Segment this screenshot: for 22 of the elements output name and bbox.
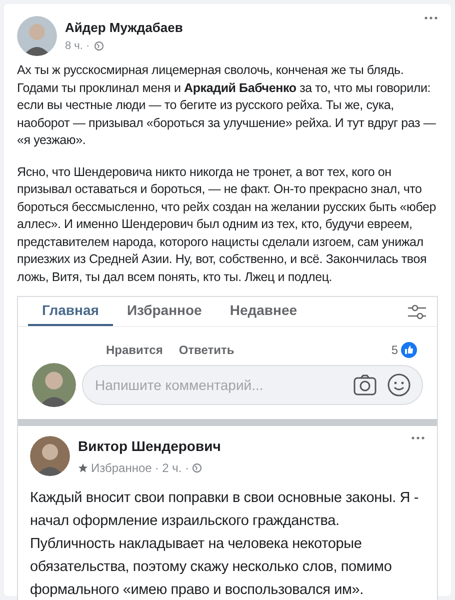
comment-action-link[interactable]: Нравится [106,341,163,359]
audience-label: Избранное [91,460,152,477]
feed-tab[interactable]: Недавнее [216,297,312,326]
feed-tab[interactable]: Избранное [112,297,216,326]
thumbs-up-icon [401,342,417,358]
more-icon[interactable] [411,436,425,440]
post-time: · 2 ч. · [154,460,190,477]
post-text: Каждый вносит свои поправки в свои основные законы. Я - начал оформление израильского гражданства. Публичность накладывает на человека некоторые обязательства, поэтому скажу несколько слов, помимо формального «имею право и воспользовался им». [30,489,420,600]
comment-action-link[interactable]: Ответить [178,341,234,359]
like-count: 5 [391,342,398,359]
post-time: 8 ч. · [65,38,90,54]
feed-tab[interactable]: Главная [28,297,113,326]
emoji-icon[interactable] [387,373,411,397]
more-icon[interactable] [424,16,438,20]
author-name[interactable]: Айдер Муждабаев [65,18,416,38]
author-name[interactable]: Виктор Шендерович [78,436,403,457]
camera-icon[interactable] [353,374,377,396]
star-icon [78,463,88,473]
filter-icon[interactable] [407,304,427,320]
comment-field[interactable]: Напишите комментарий... [82,365,423,405]
post-paragraph: Ясно, что Шендеровича никто никогда не тронет, а вот тех, кого он призывал оставаться и бороться, — не факт. Он-то прекрасно знал, что бороться бессмысленно, что рейх создан на желании русских быть «юбер аллес». И именно Шендерович был одним из тех, кто, будучи евреем, представителем народа, которого нацисты сделали изгоем, сам унижал приезжих из Средней Азии. Ну, вот, собственно, и всё. Закончилась твоя ложь, Витя, ты дал всем понять, кто ты. Лжец и подлец. [17,164,438,286]
post-paragraph: Ах ты ж русскосмирная лицемерная сволочь, конченая же ты блядь. Годами ты проклинал меня и Аркадий Бабченко за то, что мы говорили: если вы честные люди — то бегите из русского рейха. Ты же, сука, наоборот — призывал «бороться за улучшение» рейха. И тут вдруг раз — «я уезжаю». [17,62,437,149]
